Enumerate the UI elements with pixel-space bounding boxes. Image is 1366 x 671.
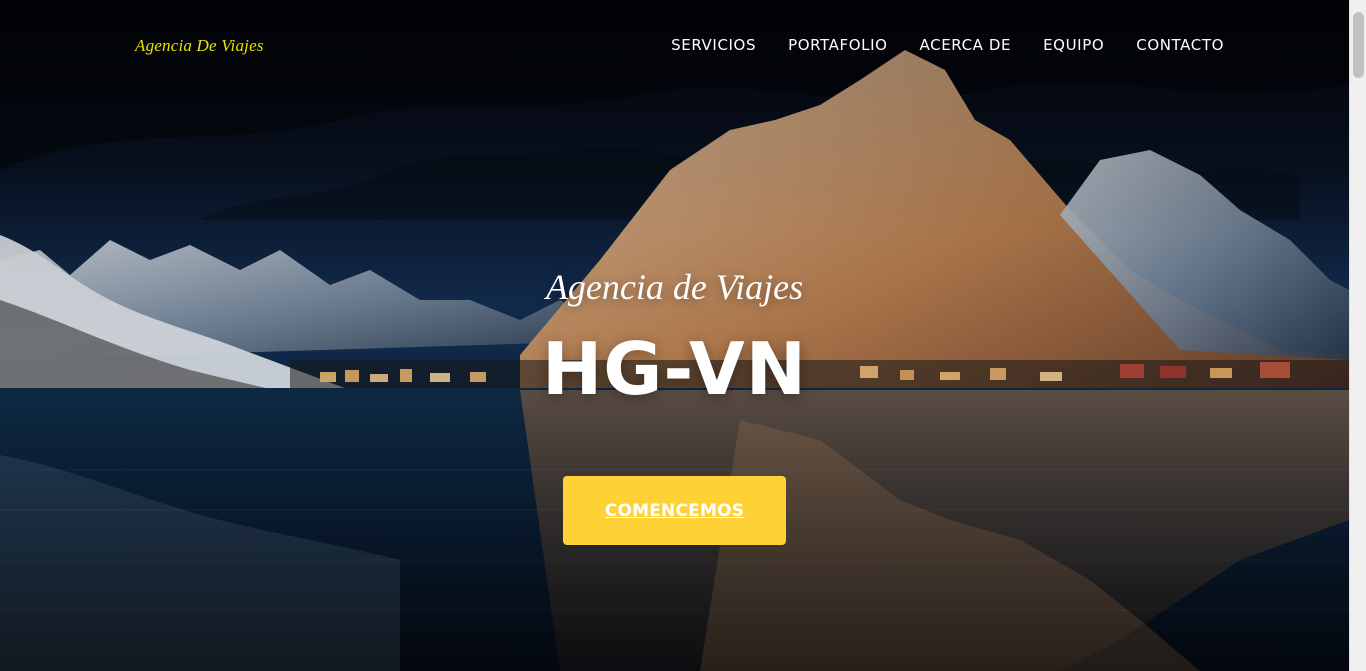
scrollbar-thumb[interactable] (1353, 12, 1364, 78)
nav-link-contacto[interactable]: CONTACTO (1136, 36, 1224, 54)
landscape-illustration (0, 0, 1349, 671)
cta-button[interactable]: COMENCEMOS (563, 476, 786, 545)
main-nav: SERVICIOS PORTAFOLIO ACERCA DE EQUIPO CO… (671, 36, 1224, 54)
nav-link-servicios[interactable]: SERVICIOS (671, 36, 756, 54)
nav-link-portafolio[interactable]: PORTAFOLIO (788, 36, 887, 54)
top-navbar: Agencia De Viajes SERVICIOS PORTAFOLIO A… (0, 0, 1349, 92)
hero-background (0, 0, 1349, 671)
nav-link-equipo[interactable]: EQUIPO (1043, 36, 1104, 54)
brand-logo-link[interactable]: Agencia De Viajes (135, 36, 264, 56)
page: Agencia De Viajes SERVICIOS PORTAFOLIO A… (0, 0, 1366, 671)
page-scrollbar[interactable] (1349, 0, 1366, 671)
nav-link-acerca-de[interactable]: ACERCA DE (920, 36, 1012, 54)
